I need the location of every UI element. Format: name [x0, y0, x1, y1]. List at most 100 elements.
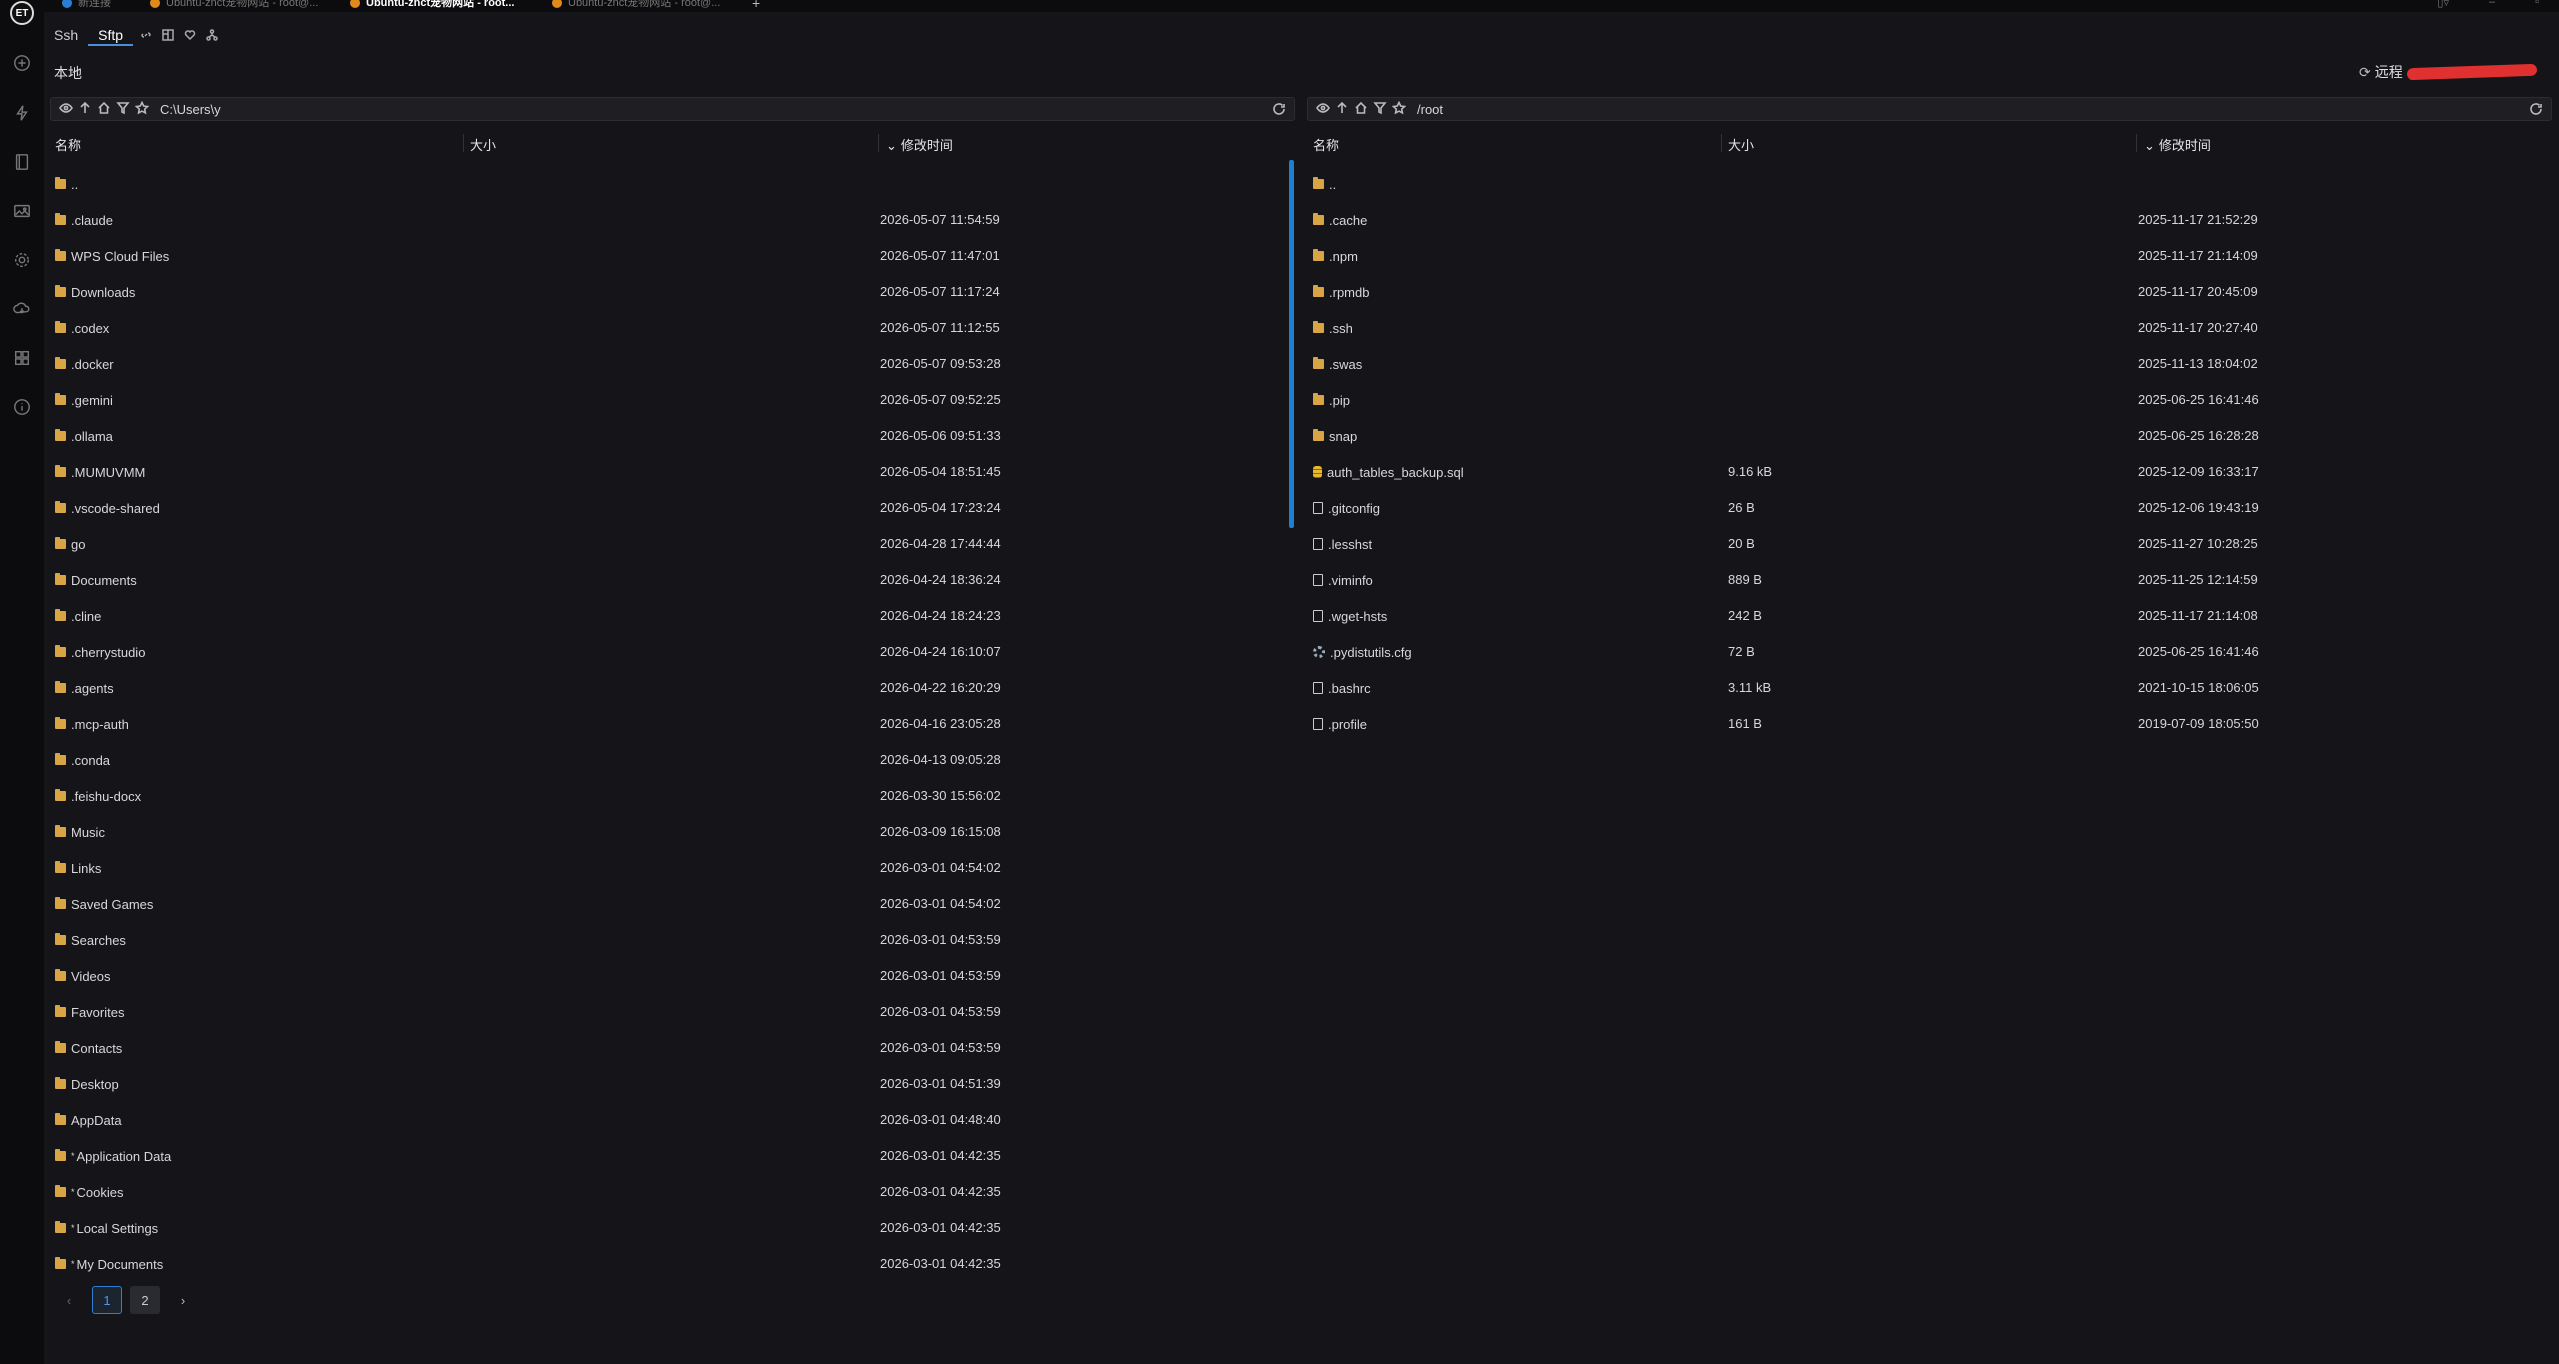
filter-icon[interactable] — [1373, 101, 1387, 118]
column-divider[interactable] — [2136, 134, 2137, 152]
folder-row[interactable]: .. — [1313, 166, 2553, 202]
info-icon[interactable] — [12, 397, 32, 417]
minimize-icon[interactable]: – — [2489, 0, 2495, 9]
column-size[interactable]: 大小 — [1728, 135, 1754, 154]
folder-row[interactable]: Desktop 2026-03-01 04:51:39 — [55, 1066, 1290, 1102]
home-icon[interactable] — [1354, 101, 1368, 118]
folder-row[interactable]: Contacts 2026-03-01 04:53:59 — [55, 1030, 1290, 1066]
folder-row[interactable]: .rpmdb 2025-11-17 20:45:09 — [1313, 274, 2553, 310]
remote-path-text[interactable]: /root — [1417, 102, 1443, 117]
folder-row[interactable]: Music 2026-03-09 16:15:08 — [55, 814, 1290, 850]
folder-row[interactable]: snap 2025-06-25 16:28:28 — [1313, 418, 2553, 454]
folder-row[interactable]: Documents 2026-04-24 18:36:24 — [55, 562, 1290, 598]
column-divider[interactable] — [463, 134, 464, 152]
cloud-sync-icon[interactable] — [12, 299, 32, 319]
folder-row[interactable]: * My Documents 2026-03-01 04:42:35 — [55, 1246, 1290, 1282]
folder-row[interactable]: .swas 2025-11-13 18:04:02 — [1313, 346, 2553, 382]
folder-row[interactable]: .cherrystudio 2026-04-24 16:10:07 — [55, 634, 1290, 670]
split-view-icon[interactable] — [159, 26, 177, 44]
eye-icon[interactable] — [59, 101, 73, 118]
file-row[interactable]: .viminfo 889 B 2025-11-25 12:14:59 — [1313, 562, 2553, 598]
folder-row[interactable]: .ollama 2026-05-06 09:51:33 — [55, 418, 1290, 454]
up-arrow-icon[interactable] — [78, 101, 92, 118]
heart-icon[interactable] — [181, 26, 199, 44]
local-path-text[interactable]: C:\Users\y — [160, 102, 221, 117]
folder-row[interactable]: .mcp-auth 2026-04-16 23:05:28 — [55, 706, 1290, 742]
folder-row[interactable]: go 2026-04-28 17:44:44 — [55, 526, 1290, 562]
session-tab[interactable]: Ubuntu-znct宠物网站 - root@... — [552, 0, 720, 10]
folder-row[interactable]: Saved Games 2026-03-01 04:54:02 — [55, 886, 1290, 922]
folder-row[interactable]: * Cookies 2026-03-01 04:42:35 — [55, 1174, 1290, 1210]
network-icon[interactable] — [203, 26, 221, 44]
page-1-button[interactable]: 1 — [92, 1286, 122, 1314]
folder-row[interactable]: .cache 2025-11-17 21:52:29 — [1313, 202, 2553, 238]
file-row[interactable]: .pydistutils.cfg 72 B 2025-06-25 16:41:46 — [1313, 634, 2553, 670]
new-tab-button[interactable]: + — [752, 0, 760, 10]
folder-row[interactable]: * Application Data 2026-03-01 04:42:35 — [55, 1138, 1290, 1174]
session-tab[interactable]: 新连接 — [62, 0, 111, 10]
home-icon[interactable] — [97, 101, 111, 118]
page-2-button[interactable]: 2 — [130, 1286, 160, 1314]
column-name[interactable]: 名称 — [1313, 135, 1339, 154]
column-mtime[interactable]: ⌄ 修改时间 — [886, 135, 953, 154]
file-row[interactable]: auth_tables_backup.sql 9.16 kB 2025-12-09 … — [1313, 454, 2553, 490]
folder-row[interactable]: Videos 2026-03-01 04:53:59 — [55, 958, 1290, 994]
book-icon[interactable] — [12, 152, 32, 172]
file-row[interactable]: .gitconfig 26 B 2025-12-06 19:43:19 — [1313, 490, 2553, 526]
folder-row[interactable]: Links 2026-03-01 04:54:02 — [55, 850, 1290, 886]
column-size[interactable]: 大小 — [470, 135, 496, 154]
folder-row[interactable]: Searches 2026-03-01 04:53:59 — [55, 922, 1290, 958]
folder-row[interactable]: .docker 2026-05-07 09:53:28 — [55, 346, 1290, 382]
folder-row[interactable]: .ssh 2025-11-17 20:27:40 — [1313, 310, 2553, 346]
folder-icon — [55, 465, 66, 477]
refresh-icon[interactable] — [2529, 102, 2543, 119]
folder-row[interactable]: .pip 2025-06-25 16:41:46 — [1313, 382, 2553, 418]
column-name[interactable]: 名称 — [55, 135, 81, 154]
prev-page-button[interactable]: ‹ — [54, 1286, 84, 1314]
column-divider[interactable] — [1721, 134, 1722, 152]
folder-row[interactable]: Downloads 2026-05-07 11:17:24 — [55, 274, 1290, 310]
image-icon[interactable] — [12, 201, 32, 221]
lightning-icon[interactable] — [12, 103, 32, 123]
tab-ssh[interactable]: Ssh — [44, 24, 88, 46]
link-icon[interactable] — [137, 26, 155, 44]
folder-row[interactable]: .MUMUVMM 2026-05-04 18:51:45 — [55, 454, 1290, 490]
file-row[interactable]: .wget-hsts 242 B 2025-11-17 21:14:08 — [1313, 598, 2553, 634]
session-tab-active[interactable]: Ubuntu-znct宠物网站 - root... — [350, 0, 514, 10]
file-row[interactable]: .lesshst 20 B 2025-11-27 10:28:25 — [1313, 526, 2553, 562]
file-row[interactable]: .bashrc 3.11 kB 2021-10-15 18:06:05 — [1313, 670, 2553, 706]
settings-icon[interactable] — [12, 250, 32, 270]
folder-row[interactable]: .codex 2026-05-07 11:12:55 — [55, 310, 1290, 346]
eye-icon[interactable] — [1316, 101, 1330, 118]
filter-icon[interactable] — [116, 101, 130, 118]
folder-row[interactable]: .gemini 2026-05-07 09:52:25 — [55, 382, 1290, 418]
refresh-icon[interactable] — [1272, 102, 1286, 119]
session-tab[interactable]: Ubuntu-znct宠物网站 - root@... — [150, 0, 318, 10]
folder-row[interactable]: .npm 2025-11-17 21:14:09 — [1313, 238, 2553, 274]
scrollbar[interactable] — [1289, 160, 1294, 528]
add-connection-icon[interactable] — [12, 53, 32, 73]
file-row[interactable]: .profile 161 B 2019-07-09 18:05:50 — [1313, 706, 2553, 742]
apps-grid-icon[interactable] — [12, 348, 32, 368]
refresh-icon[interactable]: ⟳ — [2359, 64, 2371, 81]
restore-icon[interactable]: ▫ — [2535, 0, 2539, 9]
tab-sftp[interactable]: Sftp — [88, 24, 134, 46]
up-arrow-icon[interactable] — [1335, 101, 1349, 118]
star-icon[interactable] — [1391, 100, 1407, 118]
next-page-button[interactable]: › — [168, 1286, 198, 1314]
folder-row[interactable]: .vscode-shared 2026-05-04 17:23:24 — [55, 490, 1290, 526]
folder-row[interactable]: Favorites 2026-03-01 04:53:59 — [55, 994, 1290, 1030]
folder-row[interactable]: .conda 2026-04-13 09:05:28 — [55, 742, 1290, 778]
folder-row[interactable]: AppData 2026-03-01 04:48:40 — [55, 1102, 1290, 1138]
column-divider[interactable] — [878, 134, 879, 152]
layout-icon[interactable]: ▯▿ — [2437, 0, 2449, 9]
folder-row[interactable]: * Local Settings 2026-03-01 04:42:35 — [55, 1210, 1290, 1246]
star-icon[interactable] — [134, 100, 150, 118]
folder-row[interactable]: .feishu-docx 2026-03-30 15:56:02 — [55, 778, 1290, 814]
folder-row[interactable]: .. — [55, 166, 1290, 202]
folder-row[interactable]: WPS Cloud Files 2026-05-07 11:47:01 — [55, 238, 1290, 274]
folder-row[interactable]: .cline 2026-04-24 18:24:23 — [55, 598, 1290, 634]
column-mtime[interactable]: ⌄ 修改时间 — [2144, 135, 2211, 154]
folder-row[interactable]: .agents 2026-04-22 16:20:29 — [55, 670, 1290, 706]
folder-row[interactable]: .claude 2026-05-07 11:54:59 — [55, 202, 1290, 238]
